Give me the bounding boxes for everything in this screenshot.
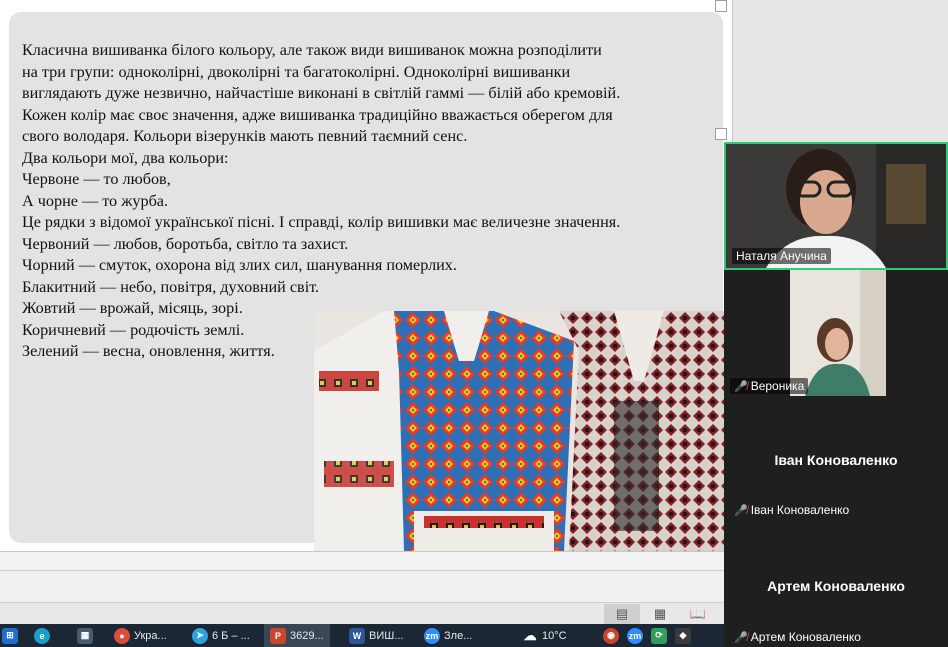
participant-name: Вероника	[750, 379, 805, 393]
calculator-icon: ▦	[77, 627, 93, 644]
tray-green-app-icon[interactable]: ⟳	[651, 627, 667, 644]
taskbar-label: Зле...	[444, 629, 473, 642]
taskbar-label: 6 Б – ...	[212, 629, 250, 642]
taskbar-zoom[interactable]: zm Зле...	[424, 624, 472, 647]
tray-app-icon[interactable]: ◉	[603, 627, 619, 644]
tray-zoom-icon[interactable]: zm	[627, 627, 643, 644]
participant-display-name: Іван Коноваленко	[774, 452, 898, 468]
slide-text-line: Червоний — любов, боротьба, світло та за…	[22, 234, 349, 253]
word-icon: W	[349, 627, 365, 644]
normal-view-icon[interactable]: ▤	[604, 604, 640, 624]
slide-text-line: Це рядки з відомої української пісні. І …	[22, 213, 621, 231]
participant-display-name: Артем Коноваленко	[767, 578, 905, 594]
zoom-participants-panel: Наталя Анучина 🎤̸ Вероника Іван Коновален…	[724, 142, 948, 647]
taskbar-calculator[interactable]: ▦	[77, 624, 93, 647]
participant-tile-artem[interactable]: Артем Коноваленко 🎤̸ Артем Коноваленко	[724, 522, 948, 647]
taskbar-edge[interactable]: e	[34, 624, 50, 647]
mic-muted-icon: 🎤̸	[734, 632, 748, 644]
slide-editor-area: Класична вишиванка білого кольору, але т…	[0, 0, 733, 570]
notes-pane[interactable]	[0, 570, 724, 603]
taskbar-label: ВИШ...	[369, 629, 404, 642]
slide[interactable]: Класична вишиванка білого кольору, але т…	[0, 0, 733, 552]
participant-name: Іван Коноваленко	[750, 503, 850, 517]
edge-icon: e	[34, 627, 50, 644]
taskbar-telegram[interactable]: ➤ 6 Б – ...	[192, 624, 250, 647]
slide-text-line: Два кольори мої, два кольори:	[22, 148, 229, 167]
slide-text-line: на три групи: одноколірні, двоколірні та…	[22, 62, 571, 81]
reading-view-icon[interactable]: 📖	[680, 604, 716, 624]
participant-name: Артем Коноваленко	[750, 630, 861, 644]
tray-shield-icon[interactable]: ◆	[675, 627, 691, 644]
embroidered-shirts-photo[interactable]	[314, 311, 724, 551]
taskbar-label: 3629...	[290, 629, 324, 642]
powerpoint-icon: P	[270, 627, 286, 644]
slide-text-line: Класична вишиванка білого кольору, але т…	[22, 41, 602, 59]
scrollbar-thumb[interactable]	[715, 128, 727, 140]
participant-tile-speaker[interactable]: Наталя Анучина	[724, 142, 948, 270]
slide-sorter-icon[interactable]: ▦	[642, 604, 678, 624]
system-tray[interactable]: ◉ zm ⟳ ◆	[603, 624, 691, 647]
taskbar-label: Укра...	[134, 629, 167, 642]
telegram-icon: ➤	[192, 627, 208, 644]
slide-text-line: свого володаря. Кольори візерунків мають…	[22, 127, 468, 145]
slide-text-line: А чорне — то журба.	[22, 191, 169, 210]
windows-logo-icon: ⊞	[2, 627, 18, 644]
slide-text-line: виглядають дуже незвично, найчастіше вик…	[22, 84, 621, 102]
participant-name-row: 🎤̸ Вероника	[730, 378, 809, 394]
taskbar-word[interactable]: W ВИШ...	[349, 624, 404, 647]
participant-name-row: 🎤̸ Іван Коноваленко	[730, 502, 853, 518]
scrollbar-up-button[interactable]	[715, 0, 727, 12]
participant-name-row: 🎤̸ Артем Коноваленко	[730, 629, 865, 645]
mic-muted-icon: 🎤̸	[734, 505, 748, 517]
slide-text-line: Блакитний — небо, повітря, духовний світ…	[22, 277, 320, 296]
slide-text-line: Чорний — смуток, охорона від злих сил, ш…	[22, 256, 457, 274]
status-bar: ▤ ▦ 📖	[0, 602, 724, 625]
taskbar-powerpoint[interactable]: P 3629...	[264, 624, 330, 647]
participant-tile-veronika[interactable]: 🎤̸ Вероника	[724, 270, 948, 398]
weather-widget[interactable]: ☁ 10°C	[522, 624, 567, 647]
participant-tile-ivan[interactable]: Іван Коноваленко 🎤̸ Іван Коноваленко	[724, 398, 948, 522]
start-button[interactable]: ⊞	[2, 624, 18, 647]
zoom-icon: zm	[424, 627, 440, 644]
weather-icon: ☁	[523, 627, 537, 643]
chrome-icon: ●	[114, 627, 130, 644]
windows-taskbar: ⊞ e ▦ ● Укра... ➤ 6 Б – ... P 3629... W ВИШ.…	[0, 624, 724, 647]
mic-muted-icon: 🎤̸	[734, 381, 748, 393]
weather-temp: 10°C	[542, 629, 567, 642]
slide-text-line: Кожен колір має своє значення, адже виши…	[22, 105, 613, 124]
taskbar-chrome[interactable]: ● Укра...	[114, 624, 167, 647]
slide-text-line: Червоне — то любов,	[22, 170, 171, 188]
participant-name: Наталя Анучина	[732, 248, 831, 264]
